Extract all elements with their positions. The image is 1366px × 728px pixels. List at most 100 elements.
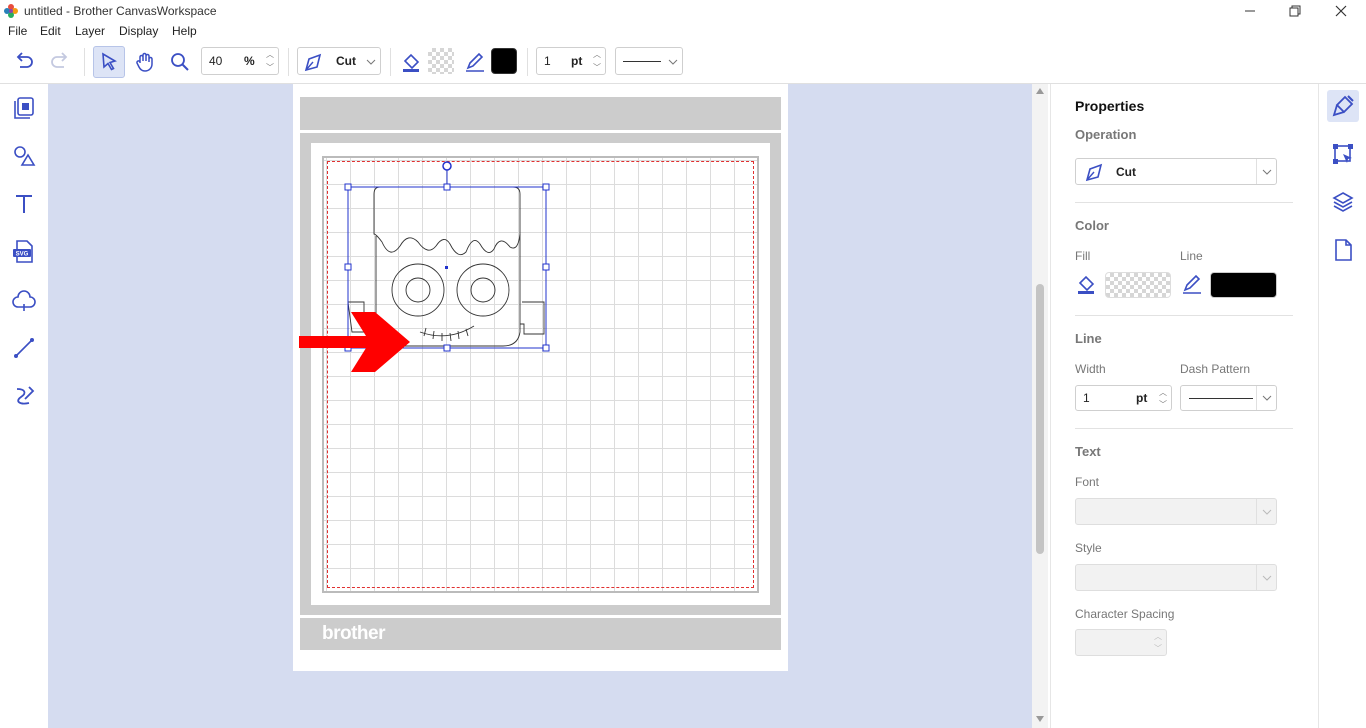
center-point (445, 266, 448, 269)
restore-button[interactable] (1272, 0, 1318, 22)
freehand-tool-button[interactable] (8, 380, 40, 412)
font-label: Font (1075, 475, 1100, 489)
app-logo-icon (4, 4, 18, 18)
resize-handle[interactable] (344, 263, 352, 271)
project-icon (14, 97, 34, 119)
select-tool-button[interactable] (93, 46, 125, 78)
properties-panel: Properties Operation Cut Color Fill Line… (1050, 84, 1318, 728)
paintbrush-icon (1332, 95, 1354, 117)
svg-text:SVG: SVG (16, 252, 29, 258)
resize-handle[interactable] (443, 183, 451, 191)
menu-file[interactable]: File (8, 24, 27, 38)
pen-icon (466, 52, 484, 72)
properties-operation-dropdown[interactable]: Cut (1075, 158, 1277, 185)
left-toolbar: SVG (0, 84, 48, 728)
line-width-input[interactable]: 1 pt ︿ ﹀ (536, 47, 606, 75)
svg-import-button[interactable]: SVG (8, 236, 40, 268)
minimize-button[interactable] (1227, 0, 1273, 22)
chevron-down-icon (1262, 509, 1271, 515)
design-layer (299, 161, 550, 372)
line-width-stepper[interactable]: ︿ ﹀ (589, 48, 605, 74)
page-tab[interactable] (1327, 234, 1359, 266)
resize-handle[interactable] (344, 183, 352, 191)
operation-label: Operation (1075, 127, 1137, 142)
menu-edit[interactable]: Edit (40, 24, 61, 38)
zoom-input[interactable]: 40 % ︿ ﹀ (201, 47, 279, 75)
project-button[interactable] (8, 92, 40, 124)
line-icon (14, 338, 34, 358)
text-button[interactable] (8, 188, 40, 220)
right-panel-tabs (1318, 84, 1366, 728)
resize-handle[interactable] (443, 344, 451, 352)
character-spacing-label: Character Spacing (1075, 607, 1175, 621)
dash-pattern-label: Dash Pattern (1180, 362, 1251, 376)
zoom-tool-button[interactable] (164, 46, 196, 78)
line-color-swatch[interactable] (491, 48, 517, 74)
pan-tool-button[interactable] (129, 46, 161, 78)
freehand-icon (16, 386, 35, 405)
font-dropdown[interactable] (1075, 498, 1277, 525)
canvas-area[interactable]: brother (48, 84, 1032, 728)
fill-color-tool-button[interactable] (395, 46, 427, 78)
menu-display[interactable]: Display (119, 24, 158, 38)
width-stepper[interactable]: ︿ ﹀ (1155, 386, 1171, 410)
redo-button[interactable] (44, 46, 76, 78)
close-icon (1335, 5, 1347, 17)
chevron-down-icon (1262, 395, 1271, 401)
magnifier-icon (171, 53, 189, 71)
style-label: Style (1075, 541, 1102, 555)
undo-button[interactable] (8, 46, 40, 78)
paint-bucket-icon[interactable] (1075, 273, 1097, 295)
line-color-tool-button[interactable] (459, 46, 491, 78)
layers-tab[interactable] (1327, 186, 1359, 218)
undo-icon (16, 52, 33, 68)
menu-layer[interactable]: Layer (75, 24, 105, 38)
resize-handle[interactable] (542, 263, 550, 271)
fill-color-swatch[interactable] (428, 48, 454, 74)
dash-pattern-preview (623, 61, 661, 62)
color-label: Color (1075, 218, 1109, 233)
operation-dropdown[interactable]: Cut (297, 47, 381, 75)
line-tool-button[interactable] (8, 332, 40, 364)
line-color-label: Line (1180, 249, 1203, 263)
rotate-handle[interactable] (442, 161, 452, 171)
fill-color-swatch[interactable] (1105, 272, 1171, 298)
transform-tab[interactable] (1327, 138, 1359, 170)
properties-dash-dropdown[interactable] (1180, 385, 1277, 411)
transform-icon (1333, 144, 1353, 164)
zoom-stepper[interactable]: ︿ ﹀ (262, 48, 278, 74)
shapes-button[interactable] (8, 140, 40, 172)
paint-bucket-icon (403, 53, 420, 72)
shapes-icon (14, 146, 36, 166)
resize-handle[interactable] (542, 183, 550, 191)
pen-icon[interactable] (1181, 273, 1203, 295)
scrollbar-thumb[interactable] (1036, 284, 1044, 554)
scroll-down-icon[interactable] (1036, 716, 1044, 722)
resize-handle[interactable] (542, 344, 550, 352)
chevron-down-icon (1262, 169, 1271, 175)
character-spacing-input[interactable]: ︿ ﹀ (1075, 629, 1167, 656)
canvas-vertical-scrollbar[interactable] (1032, 84, 1048, 728)
dash-pattern-dropdown[interactable] (615, 47, 683, 75)
cut-blade-icon (1085, 163, 1103, 182)
window-title: untitled - Brother CanvasWorkspace (24, 4, 217, 18)
style-dropdown[interactable] (1075, 564, 1277, 591)
pattern-library-button[interactable] (8, 284, 40, 316)
scroll-up-icon[interactable] (1036, 88, 1044, 94)
properties-tab[interactable] (1327, 90, 1359, 122)
menu-help[interactable]: Help (172, 24, 197, 38)
minimize-icon (1245, 10, 1255, 12)
dash-pattern-preview (1189, 398, 1253, 399)
hand-icon (136, 52, 153, 72)
red-arrow-annotation (299, 312, 410, 372)
line-color-swatch[interactable] (1210, 272, 1277, 298)
fill-label: Fill (1075, 249, 1091, 263)
cloud-icon (12, 290, 36, 311)
properties-title: Properties (1075, 98, 1145, 114)
menu-bar: File Edit Layer Display Help (0, 22, 1366, 40)
svg-file-icon: SVG (13, 240, 33, 263)
properties-width-input[interactable]: 1 pt ︿ ﹀ (1075, 385, 1172, 411)
toolbar: 40 % ︿ ﹀ Cut 1 pt ︿ ﹀ (0, 40, 1366, 84)
close-button[interactable] (1318, 0, 1364, 22)
layers-icon (1332, 192, 1354, 212)
